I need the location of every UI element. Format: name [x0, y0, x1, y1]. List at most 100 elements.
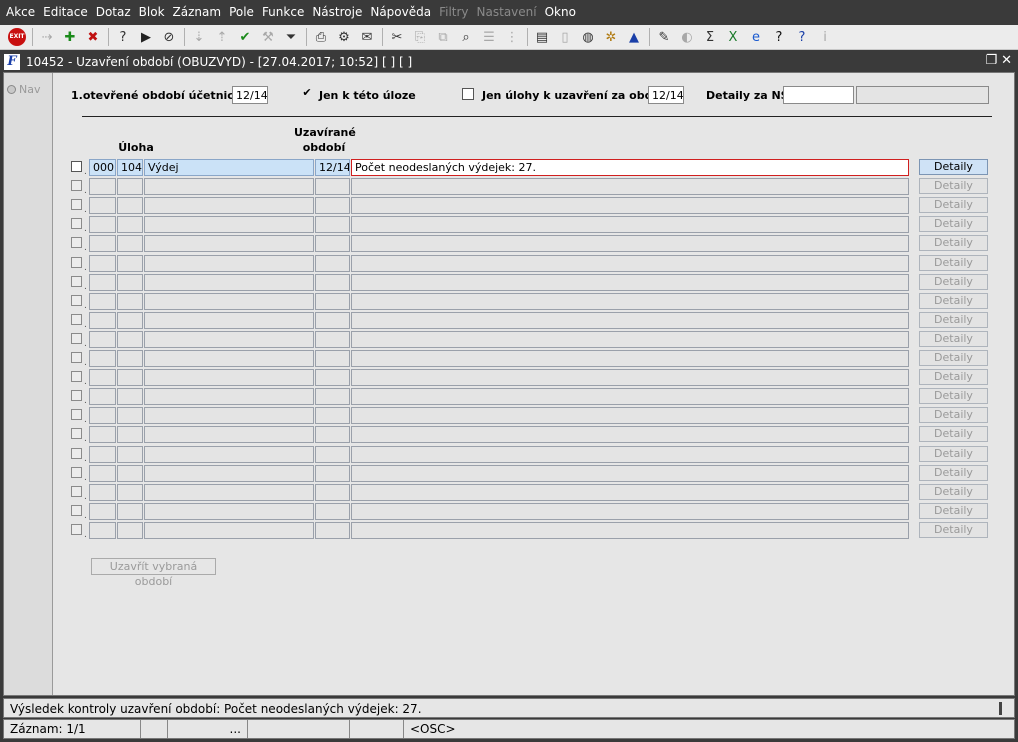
exit-icon[interactable]: EXIT — [6, 26, 28, 48]
details-button[interactable]: Detaily — [919, 483, 988, 500]
details-button[interactable]: Detaily — [919, 426, 988, 443]
row-task-name-cell[interactable] — [144, 407, 314, 425]
tools-icon[interactable]: ⚒ — [257, 26, 279, 48]
row-period-cell[interactable] — [315, 235, 350, 253]
details-button[interactable]: Detaily — [919, 330, 988, 347]
row-task-code-cell[interactable] — [117, 369, 143, 387]
context-help-icon[interactable]: ? — [791, 26, 813, 48]
row-result-cell[interactable] — [351, 388, 909, 406]
row-task-code-cell[interactable] — [117, 254, 143, 272]
details-button[interactable]: Detaily — [919, 216, 988, 233]
commit-check-icon[interactable]: ✔ — [234, 26, 256, 48]
row-task-name-cell[interactable]: Výdej — [144, 159, 314, 176]
row-select-checkbox[interactable] — [71, 485, 82, 497]
document-icon[interactable]: ▯ — [554, 26, 576, 48]
row-result-cell[interactable] — [351, 254, 909, 272]
globe-icon[interactable]: ◍ — [577, 26, 599, 48]
only-task-checkbox[interactable]: ✔ — [301, 87, 313, 100]
menu-item-1[interactable]: Editace — [39, 0, 92, 25]
row-task-code-cell[interactable] — [117, 426, 143, 444]
details-button[interactable]: Detaily — [919, 388, 988, 405]
new-record-icon[interactable]: ✚ — [59, 26, 81, 48]
find-icon[interactable]: ⌕ — [455, 26, 477, 48]
row-select-checkbox[interactable] — [71, 504, 82, 516]
row-result-cell[interactable] — [351, 197, 909, 215]
row-task-name-cell[interactable] — [144, 235, 314, 253]
row-task-name-cell[interactable] — [144, 483, 314, 501]
details-button[interactable]: Detaily — [919, 292, 988, 309]
row-period-cell[interactable] — [315, 197, 350, 215]
info-icon[interactable]: i — [814, 26, 836, 48]
clipboard-icon[interactable]: ▤ — [531, 26, 553, 48]
row-task-code-cell[interactable] — [117, 445, 143, 463]
row-task-name-cell[interactable] — [144, 426, 314, 444]
row-result-cell[interactable]: Počet neodeslaných výdejek: 27. — [351, 159, 909, 176]
row-company-cell[interactable] — [89, 216, 116, 234]
query-cancel-icon[interactable]: ⊘ — [158, 26, 180, 48]
sort-desc-icon[interactable]: ⇡ — [211, 26, 233, 48]
nav-item[interactable]: Nav — [7, 83, 40, 96]
row-task-code-cell[interactable] — [117, 407, 143, 425]
menu-item-8[interactable]: Nápověda — [366, 0, 435, 25]
sum-icon[interactable]: Σ — [699, 26, 721, 48]
details-button[interactable]: Detaily — [919, 235, 988, 252]
details-button[interactable]: Detaily — [919, 311, 988, 328]
sort-asc-icon[interactable]: ⇣ — [188, 26, 210, 48]
query-enter-icon[interactable]: ? — [112, 26, 134, 48]
row-period-cell[interactable] — [315, 178, 350, 196]
row-select-checkbox[interactable] — [71, 523, 82, 535]
cut-icon[interactable]: ✂ — [386, 26, 408, 48]
row-company-cell[interactable] — [89, 235, 116, 253]
row-period-cell[interactable] — [315, 502, 350, 520]
details-button[interactable]: Detaily — [919, 254, 988, 271]
row-result-cell[interactable] — [351, 292, 909, 310]
details-button[interactable]: Detaily — [919, 407, 988, 424]
row-company-cell[interactable] — [89, 426, 116, 444]
row-result-cell[interactable] — [351, 407, 909, 425]
row-result-cell[interactable] — [351, 311, 909, 329]
row-period-cell[interactable] — [315, 311, 350, 329]
row-select-checkbox[interactable] — [71, 294, 82, 306]
row-result-cell[interactable] — [351, 216, 909, 234]
row-select-checkbox[interactable] — [71, 256, 82, 268]
filter-icon[interactable]: ⏷ — [280, 26, 302, 48]
row-company-cell[interactable] — [89, 273, 116, 291]
list-icon[interactable]: ☰ — [478, 26, 500, 48]
query-execute-icon[interactable]: ▶ — [135, 26, 157, 48]
row-company-cell[interactable] — [89, 388, 116, 406]
triangle-icon[interactable]: ▲ — [623, 26, 645, 48]
row-period-cell[interactable] — [315, 273, 350, 291]
row-company-cell[interactable] — [89, 521, 116, 539]
row-select-checkbox[interactable] — [71, 199, 82, 211]
row-task-code-cell[interactable] — [117, 464, 143, 482]
row-task-code-cell[interactable] — [117, 483, 143, 501]
row-task-code-cell[interactable] — [117, 273, 143, 291]
row-select-checkbox[interactable] — [71, 409, 82, 421]
row-period-cell[interactable] — [315, 330, 350, 348]
menu-item-4[interactable]: Záznam — [169, 0, 226, 25]
row-result-cell[interactable] — [351, 464, 909, 482]
row-result-cell[interactable] — [351, 445, 909, 463]
row-result-cell[interactable] — [351, 350, 909, 367]
details-button[interactable]: Detaily — [919, 464, 988, 481]
insert-record-icon[interactable]: ⇢ — [36, 26, 58, 48]
row-company-cell[interactable] — [89, 464, 116, 482]
row-result-cell[interactable] — [351, 235, 909, 253]
row-select-checkbox[interactable] — [71, 332, 82, 344]
row-result-cell[interactable] — [351, 330, 909, 348]
row-select-checkbox[interactable] — [71, 313, 82, 325]
row-task-name-cell[interactable] — [144, 292, 314, 310]
row-company-cell[interactable] — [89, 254, 116, 272]
close-selected-periods-button[interactable]: Uzavřít vybraná období — [91, 558, 216, 588]
print-setup-icon[interactable]: ⚙ — [333, 26, 355, 48]
row-task-code-cell[interactable] — [117, 388, 143, 406]
row-period-cell[interactable] — [315, 483, 350, 501]
row-company-cell[interactable] — [89, 407, 116, 425]
row-company-cell[interactable] — [89, 311, 116, 329]
row-company-cell[interactable] — [89, 483, 116, 501]
row-task-code-cell[interactable] — [117, 292, 143, 310]
row-company-cell[interactable] — [89, 178, 116, 196]
row-task-code-cell[interactable] — [117, 235, 143, 253]
row-task-code-cell[interactable]: 104 — [117, 159, 143, 176]
edit-icon[interactable]: ✎ — [653, 26, 675, 48]
